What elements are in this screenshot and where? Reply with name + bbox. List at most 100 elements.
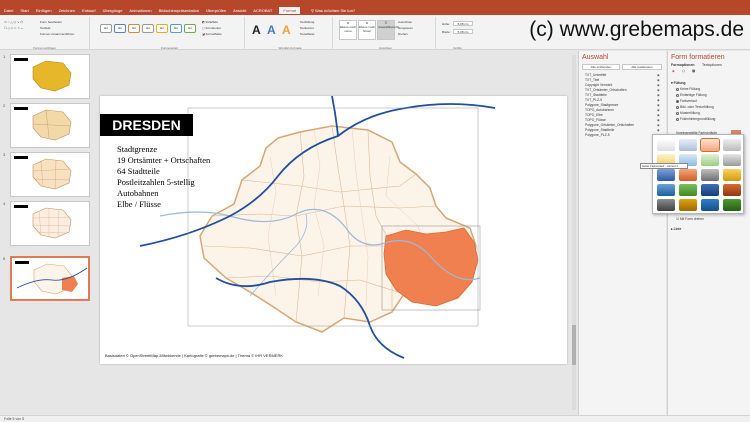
eye-icon[interactable]: ◉ (657, 128, 660, 132)
edit-shape-button[interactable]: Form bearbeiten (40, 20, 62, 24)
shape-style-5[interactable]: Abc (156, 24, 168, 33)
eye-icon[interactable]: ◉ (657, 93, 660, 97)
slide-thumbnail-selected[interactable] (10, 256, 90, 301)
eye-icon[interactable]: ◉ (657, 123, 660, 127)
eye-icon[interactable]: ◉ (657, 78, 660, 82)
selection-item[interactable]: TOPO_Autobahnen (585, 108, 614, 112)
eye-icon[interactable]: ◉ (657, 108, 660, 112)
gradient-swatch[interactable] (701, 184, 719, 196)
fill-option[interactable]: Folienhintergrundfüllung (676, 117, 715, 121)
tell-me-search[interactable]: ⚲ Was möchten Sie tun? (311, 8, 355, 13)
wordart-style-1[interactable]: A (252, 23, 261, 37)
gradient-swatch[interactable] (723, 199, 741, 211)
shape-style-6[interactable]: Abc (170, 24, 182, 33)
show-all-button[interactable]: Alle einblenden (582, 64, 620, 70)
wordart-style-3[interactable]: A (282, 23, 291, 37)
selection-pane-button[interactable]: ☰ Auswahlbereich (377, 20, 399, 40)
slide-thumbnail[interactable] (10, 103, 90, 148)
gradient-swatch[interactable] (679, 169, 697, 181)
bring-forward-button[interactable]: ⧉ Ebene nach vorne (339, 20, 357, 40)
tab-ansicht[interactable]: Ansicht (233, 8, 246, 13)
textbox-button[interactable]: Textfeld (40, 26, 50, 30)
eye-icon[interactable]: ◉ (657, 98, 660, 102)
slide-thumbnail[interactable] (10, 54, 90, 99)
group-button[interactable]: Gruppieren (398, 26, 413, 30)
eye-icon[interactable]: ◉ (657, 118, 660, 122)
gradient-swatch[interactable] (657, 184, 675, 196)
text-fill-button[interactable]: Textfüllung (300, 20, 314, 24)
gradient-swatch[interactable] (701, 169, 719, 181)
eye-icon[interactable]: ◉ (657, 103, 660, 107)
send-backward-button[interactable]: ⧉ Ebene nach hinten (358, 20, 376, 40)
size-properties-icon[interactable]: ▦ (692, 69, 695, 73)
selection-item[interactable]: TOPO_Flüsse (585, 118, 606, 122)
fill-option[interactable]: Musterfüllung (676, 111, 700, 115)
tab-text-options[interactable]: Textoptionen (702, 63, 722, 67)
tab-ueberpruefen[interactable]: Überprüfen (206, 8, 226, 13)
slide-bullet-list[interactable]: Stadtgrenze 19 Ortsämter + Ortschaften 6… (117, 144, 210, 210)
eye-icon[interactable]: ◉ (657, 88, 660, 92)
source-note[interactable]: Basisdaten © OpenStreetMap-Mitwirkende |… (105, 353, 283, 358)
shape-style-7[interactable]: Abc (184, 24, 196, 33)
eye-icon[interactable]: ◉ (657, 83, 660, 87)
shape-style-2[interactable]: Abc (114, 24, 126, 33)
tab-entwurf[interactable]: Entwurf (82, 8, 96, 13)
fill-section-header[interactable]: ▾ Füllung (671, 81, 685, 85)
rotate-with-shape-checkbox[interactable]: ☑ Mit Form drehen (676, 217, 704, 221)
scrollbar-thumb[interactable] (572, 325, 576, 365)
shape-style-4[interactable]: Abc (142, 24, 154, 33)
width-input[interactable]: 5,08 cm (453, 29, 473, 34)
gradient-swatch[interactable] (723, 169, 741, 181)
selection-item[interactable]: Copyright Vermerk (585, 83, 612, 87)
shape-effects-button[interactable]: ◪ Formeffekte (202, 32, 222, 36)
fill-line-icon[interactable]: ◈ (672, 69, 675, 73)
selection-item[interactable]: TXT_Untertitel (585, 73, 606, 77)
fill-option[interactable]: Einfarbige Füllung (676, 93, 707, 97)
align-button[interactable]: Ausrichten (398, 20, 412, 24)
selection-item[interactable]: TXT_PLZ-5 (585, 98, 602, 102)
fill-option[interactable]: Keine Füllung (676, 87, 700, 91)
gradient-swatch[interactable] (657, 199, 675, 211)
tab-format[interactable]: Format (279, 7, 300, 14)
slide-canvas[interactable]: DRESDEN Stadtgrenze 19 Ortsämter + Ortsc… (100, 96, 567, 364)
gradient-swatch[interactable] (679, 199, 697, 211)
slide-title[interactable]: DRESDEN (100, 114, 193, 136)
fill-option[interactable]: Bild- oder Texturfüllung (676, 105, 714, 109)
rotate-button[interactable]: Drehen (398, 32, 408, 36)
gradient-swatch[interactable] (723, 154, 741, 166)
wordart-style-2[interactable]: A (267, 23, 276, 37)
selection-item[interactable]: Polygone_Stadtgrenze (585, 103, 618, 107)
vertical-scrollbar[interactable] (572, 55, 576, 410)
gradient-swatch[interactable] (679, 139, 697, 151)
selection-item[interactable]: TOPO_Elbe (585, 113, 603, 117)
tab-acrobat[interactable]: ACROBAT (253, 8, 272, 13)
height-input[interactable]: 5,08 cm (453, 21, 473, 26)
gradient-swatch[interactable] (679, 184, 697, 196)
shape-outline-button[interactable]: ▢ Formkontur (202, 26, 221, 30)
tab-uebergaenge[interactable]: Übergänge (103, 8, 123, 13)
selection-item[interactable]: TXT_Stadtteile (585, 93, 607, 97)
gradient-swatch[interactable] (657, 169, 675, 181)
eye-icon[interactable]: ◉ (657, 73, 660, 77)
selection-item[interactable]: Polygone_Ortsämter_Ortschaften (585, 123, 634, 127)
selection-item[interactable]: TXT_Titel (585, 78, 599, 82)
tab-shape-options[interactable]: Formoptionen (671, 63, 695, 67)
shapes-gallery-row2-icon[interactable]: ☐ ◇ ⬭ ⇨ ☆ ⌒ (4, 26, 23, 30)
gradient-swatch[interactable] (657, 139, 675, 151)
tab-animationen[interactable]: Animationen (129, 8, 151, 13)
shape-fill-button[interactable]: ◩ Fülleffekt (202, 20, 218, 24)
gradient-swatch[interactable] (723, 139, 741, 151)
gradient-swatch[interactable] (701, 154, 719, 166)
shapes-gallery-icon[interactable]: ▭ ○ △ ⬠ ↘ ⬡ (4, 20, 23, 24)
shape-style-3[interactable]: Abc (128, 24, 140, 33)
tab-datei[interactable]: Datei (4, 8, 13, 13)
line-section-header[interactable]: ▸ Linie (671, 227, 681, 231)
text-outline-button[interactable]: Textkontur (300, 26, 314, 30)
fill-option-selected[interactable]: Farbverlauf (676, 99, 697, 103)
tab-einfuegen[interactable]: Einfügen (36, 8, 52, 13)
tab-start[interactable]: Start (20, 8, 28, 13)
selection-item[interactable]: Polygone_PLZ-5 (585, 133, 610, 137)
gradient-swatch[interactable] (723, 184, 741, 196)
merge-shapes-button[interactable]: Formen zusammenführen (40, 32, 74, 36)
slide-thumbnail[interactable] (10, 201, 90, 246)
